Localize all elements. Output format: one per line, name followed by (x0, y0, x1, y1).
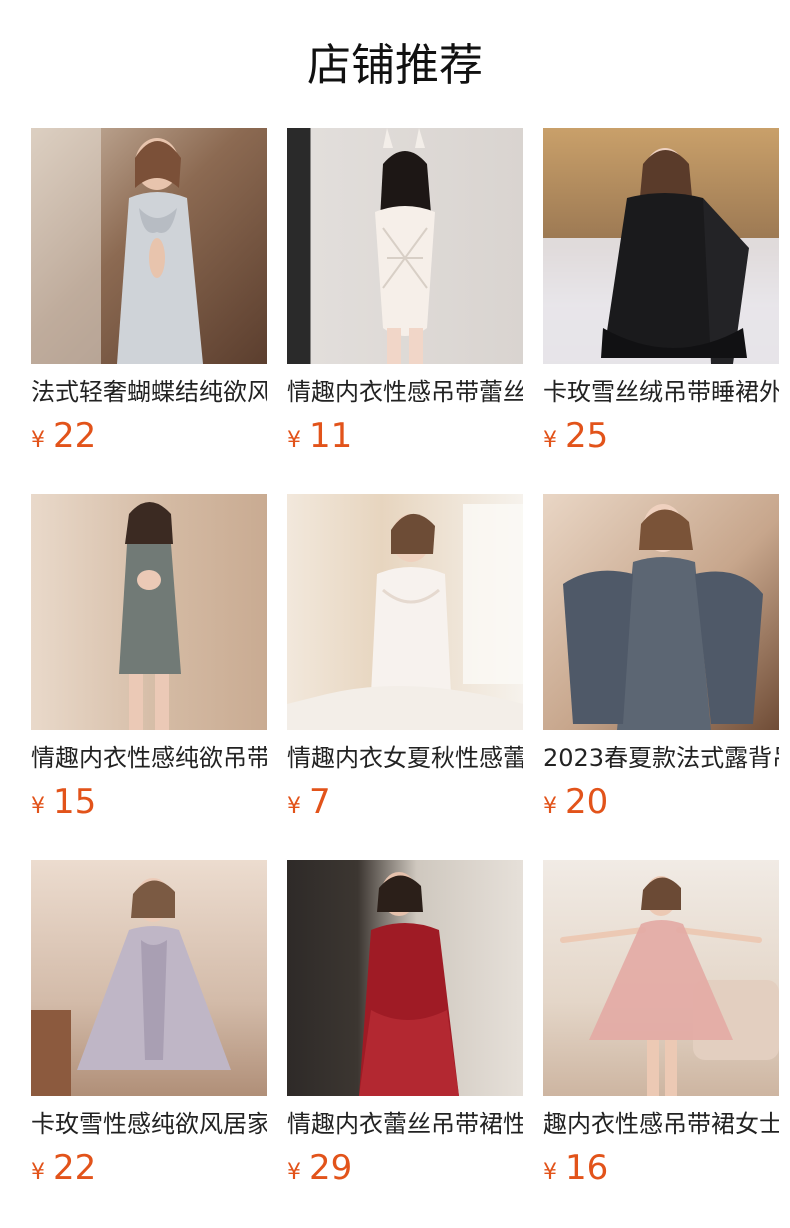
currency-symbol: ¥ (543, 794, 557, 819)
product-price: ¥22 (31, 414, 96, 458)
price-value: 7 (309, 782, 331, 822)
product-card[interactable]: 法式轻奢蝴蝶结纯欲风吊带睡裙 ¥22 (31, 128, 267, 468)
product-image[interactable] (31, 128, 267, 364)
product-image[interactable] (287, 494, 523, 730)
currency-symbol: ¥ (287, 794, 301, 819)
product-image[interactable] (287, 128, 523, 364)
product-name[interactable]: 情趣内衣性感吊带蕾丝连体衣 (287, 376, 523, 408)
currency-symbol: ¥ (543, 428, 557, 453)
product-card[interactable]: 卡玫雪性感纯欲风居家睡裙 ¥22 (31, 860, 267, 1200)
currency-symbol: ¥ (287, 428, 301, 453)
price-value: 22 (53, 1148, 97, 1188)
product-name[interactable]: 2023春夏款法式露背吊带睡裙 (543, 742, 779, 774)
product-image[interactable] (543, 128, 779, 364)
currency-symbol: ¥ (31, 1160, 45, 1185)
price-value: 22 (53, 416, 97, 456)
price-value: 11 (309, 416, 353, 456)
product-name[interactable]: 法式轻奢蝴蝶结纯欲风吊带睡裙 (31, 376, 267, 408)
product-card[interactable]: 情趣内衣女夏秋性感蕾丝睡衣 ¥7 (287, 494, 523, 834)
price-value: 20 (565, 782, 609, 822)
product-grid: 法式轻奢蝴蝶结纯欲风吊带睡裙 ¥22 情趣内衣性感吊带蕾丝连体衣 ¥11 (31, 128, 779, 1226)
product-image[interactable] (31, 494, 267, 730)
price-value: 16 (565, 1148, 609, 1188)
currency-symbol: ¥ (31, 428, 45, 453)
product-card[interactable]: 情趣内衣性感吊带蕾丝连体衣 ¥11 (287, 128, 523, 468)
product-image[interactable] (31, 860, 267, 1096)
product-price: ¥16 (543, 1146, 608, 1190)
product-card[interactable]: 2023春夏款法式露背吊带睡裙 ¥20 (543, 494, 779, 834)
product-image[interactable] (543, 860, 779, 1096)
product-image[interactable] (543, 494, 779, 730)
currency-symbol: ¥ (287, 1160, 301, 1185)
section-title: 店铺推荐 (307, 40, 483, 91)
product-price: ¥29 (287, 1146, 352, 1190)
price-value: 15 (53, 782, 97, 822)
product-name[interactable]: 情趣内衣蕾丝吊带裙性感 (287, 1108, 523, 1140)
product-price: ¥20 (543, 780, 608, 824)
product-price: ¥25 (543, 414, 608, 458)
product-card[interactable]: 情趣内衣蕾丝吊带裙性感 ¥29 (287, 860, 523, 1200)
product-price: ¥15 (31, 780, 96, 824)
product-card[interactable]: 趣内衣性感吊带裙女士睡衣 ¥16 (543, 860, 779, 1200)
product-price: ¥22 (31, 1146, 96, 1190)
product-card[interactable]: 卡玫雪丝绒吊带睡裙外袍套装 ¥25 (543, 128, 779, 468)
product-price: ¥7 (287, 780, 331, 824)
price-value: 29 (309, 1148, 353, 1188)
price-value: 25 (565, 416, 609, 456)
product-name[interactable]: 情趣内衣性感纯欲吊带挂脖裙 (31, 742, 267, 774)
currency-symbol: ¥ (31, 794, 45, 819)
product-name[interactable]: 卡玫雪性感纯欲风居家睡裙 (31, 1108, 267, 1140)
currency-symbol: ¥ (543, 1160, 557, 1185)
product-card[interactable]: 情趣内衣性感纯欲吊带挂脖裙 ¥15 (31, 494, 267, 834)
product-price: ¥11 (287, 414, 352, 458)
product-name[interactable]: 趣内衣性感吊带裙女士睡衣 (543, 1108, 779, 1140)
product-name[interactable]: 情趣内衣女夏秋性感蕾丝睡衣 (287, 742, 523, 774)
product-name[interactable]: 卡玫雪丝绒吊带睡裙外袍套装 (543, 376, 779, 408)
product-image[interactable] (287, 860, 523, 1096)
